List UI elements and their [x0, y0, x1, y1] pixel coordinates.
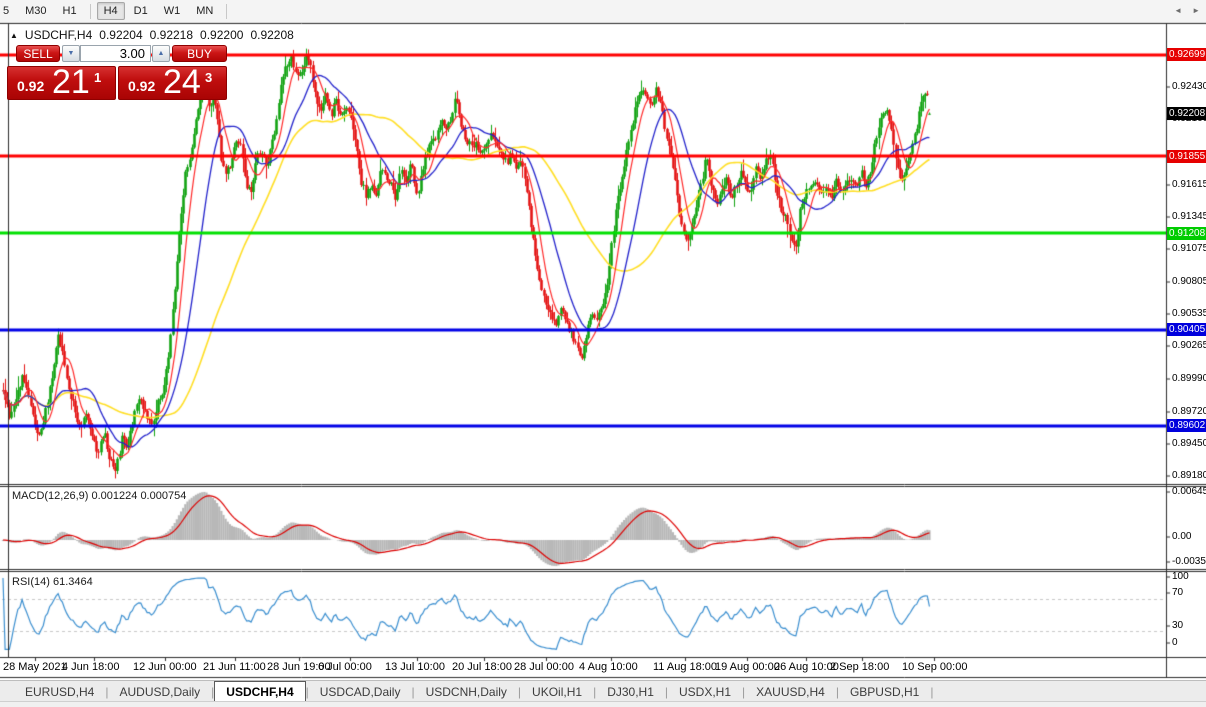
- sell-price-button[interactable]: 0.92 21 1: [7, 66, 116, 100]
- buy-price-button[interactable]: 0.92 24 3: [118, 66, 227, 100]
- level-price-badge: 0.92699: [1167, 48, 1206, 61]
- level-price-badge: 0.91855: [1167, 150, 1206, 163]
- time-axis-label: 2 Sep 18:00: [830, 661, 889, 673]
- time-axis-label: 21 Jun 11:00: [203, 661, 266, 673]
- time-axis-label: 4 Jun 18:00: [62, 661, 120, 673]
- quote-close: 0.92208: [250, 28, 293, 42]
- macd-value-signal: 0.000754: [140, 490, 186, 502]
- trade-panel-top-row: SELL ▼ ▲ BUY: [7, 44, 227, 63]
- level-price-badge: 0.91208: [1167, 227, 1206, 240]
- chart-tab-XAUUSD[interactable]: XAUUSD,H4: [745, 681, 836, 702]
- price-tick-label: 0.91345: [1172, 211, 1206, 222]
- toolbar-separator: [90, 4, 91, 19]
- tf-button-H4[interactable]: H4: [97, 2, 125, 20]
- price-tick-label: 0.92430: [1172, 81, 1206, 92]
- tf-button-D1[interactable]: D1: [127, 2, 155, 20]
- tf-button-MN[interactable]: MN: [189, 2, 220, 20]
- macd-indicator-label: MACD(12,26,9) 0.001224 0.000754: [12, 490, 186, 502]
- price-tick-label: 0.91615: [1172, 179, 1206, 190]
- chart-tab-EURUSD[interactable]: EURUSD,H4: [14, 681, 105, 702]
- chart-tab-bar: EURUSD,H4|AUDUSD,Daily|USDCHF,H4|USDCAD,…: [0, 680, 1206, 702]
- volume-decrease-button[interactable]: ▼: [62, 45, 80, 62]
- level-price-badge: 0.90405: [1167, 323, 1206, 336]
- current-price-badge: 0.92208: [1167, 107, 1206, 120]
- one-click-trading-panel: SELL ▼ ▲ BUY 0.92 21 1 0.92 24 3: [7, 44, 227, 101]
- time-axis-label: 19 Aug 00:00: [715, 661, 780, 673]
- chart-tab-USDCHF[interactable]: USDCHF,H4: [214, 681, 305, 702]
- price-tick-label: 0.90265: [1172, 340, 1206, 351]
- buy-price-big: 24: [163, 63, 201, 102]
- price-tick-label: 0.89180: [1172, 470, 1206, 481]
- chart-tab-DJ30[interactable]: DJ30,H1: [596, 681, 665, 702]
- time-axis-label: 10 Sep 00:00: [902, 661, 967, 673]
- price-tick-label: 0.89720: [1172, 406, 1206, 417]
- time-axis-label: 13 Jul 10:00: [385, 661, 445, 673]
- quote-high: 0.92218: [150, 28, 193, 42]
- tab-scroll-arrows: ◄ ►: [1174, 0, 1200, 21]
- buy-button[interactable]: BUY: [172, 45, 227, 62]
- sell-price-prefix: 0.92: [17, 78, 44, 94]
- tf-button-M30[interactable]: M30: [18, 2, 53, 20]
- rsi-axis-label: 70: [1172, 587, 1183, 598]
- rsi-axis-label: 30: [1172, 620, 1183, 631]
- chart-tab-UKOil[interactable]: UKOil,H1: [521, 681, 593, 702]
- time-axis-label: 11 Aug 18:00: [653, 661, 717, 673]
- tab-separator: |: [930, 681, 933, 702]
- macd-value-main: 0.001224: [91, 490, 137, 502]
- quote-low: 0.92200: [200, 28, 243, 42]
- quote-bar: ▲ USDCHF,H4 0.92204 0.92218 0.92200 0.92…: [10, 28, 294, 42]
- level-price-badge: 0.89602: [1167, 419, 1206, 432]
- volume-input[interactable]: [80, 45, 151, 62]
- chart-canvas[interactable]: [0, 0, 1206, 706]
- rsi-value: 61.3464: [53, 576, 93, 588]
- quote-open: 0.92204: [99, 28, 142, 42]
- macd-axis-label: 0.006451: [1172, 486, 1206, 497]
- sell-price-sup: 1: [94, 70, 101, 85]
- price-tick-label: 0.89990: [1172, 373, 1206, 384]
- price-tick-label: 0.91075: [1172, 243, 1206, 254]
- price-tick-label: 0.90805: [1172, 276, 1206, 287]
- symbol-period-label: USDCHF,H4: [25, 28, 92, 42]
- tab-scroll-left-icon[interactable]: ◄: [1174, 6, 1182, 15]
- macd-name: MACD(12,26,9): [12, 490, 88, 502]
- macd-axis-label: -0.00350: [1172, 556, 1206, 567]
- tab-scroll-right-icon[interactable]: ►: [1192, 6, 1200, 15]
- chart-tab-USDCAD[interactable]: USDCAD,Daily: [309, 681, 412, 702]
- chart-tab-USDCNH[interactable]: USDCNH,Daily: [415, 681, 518, 702]
- rsi-indicator-label: RSI(14) 61.3464: [12, 576, 93, 588]
- volume-increase-button[interactable]: ▲: [152, 45, 170, 62]
- rsi-name: RSI(14): [12, 576, 50, 588]
- buy-price-prefix: 0.92: [128, 78, 155, 94]
- sell-button[interactable]: SELL: [16, 45, 60, 62]
- time-axis-label: 20 Jul 18:00: [452, 661, 512, 673]
- rsi-axis-label: 0: [1172, 637, 1178, 648]
- tf-button-W1[interactable]: W1: [157, 2, 188, 20]
- macd-axis-label: 0.00: [1172, 531, 1191, 542]
- tf-button-5[interactable]: 5: [0, 2, 16, 20]
- price-tick-label: 0.90535: [1172, 308, 1206, 319]
- time-axis-label: 4 Aug 10:00: [579, 661, 638, 673]
- toolbar-separator: [226, 4, 227, 19]
- chart-tab-AUDUSD[interactable]: AUDUSD,Daily: [108, 681, 211, 702]
- status-strip: [0, 701, 1206, 707]
- time-axis-label: 28 Jul 00:00: [514, 661, 574, 673]
- time-axis-label: 6 Jul 00:00: [318, 661, 372, 673]
- time-axis-label: 28 May 2021: [3, 661, 67, 673]
- chart-tab-GBPUSD[interactable]: GBPUSD,H1: [839, 681, 930, 702]
- sell-price-big: 21: [52, 63, 90, 102]
- tf-button-H1[interactable]: H1: [56, 2, 84, 20]
- timeframe-toolbar: 5M30H1 H4D1W1MN: [0, 0, 1206, 23]
- rsi-axis-label: 100: [1172, 571, 1189, 582]
- one-click-panel-toggle-icon[interactable]: ▲: [10, 31, 18, 40]
- price-tick-label: 0.89450: [1172, 438, 1206, 449]
- tab-leading-space: [0, 681, 14, 702]
- buy-price-sup: 3: [205, 70, 212, 85]
- chart-tab-USDX[interactable]: USDX,H1: [668, 681, 742, 702]
- time-axis-label: 12 Jun 00:00: [133, 661, 197, 673]
